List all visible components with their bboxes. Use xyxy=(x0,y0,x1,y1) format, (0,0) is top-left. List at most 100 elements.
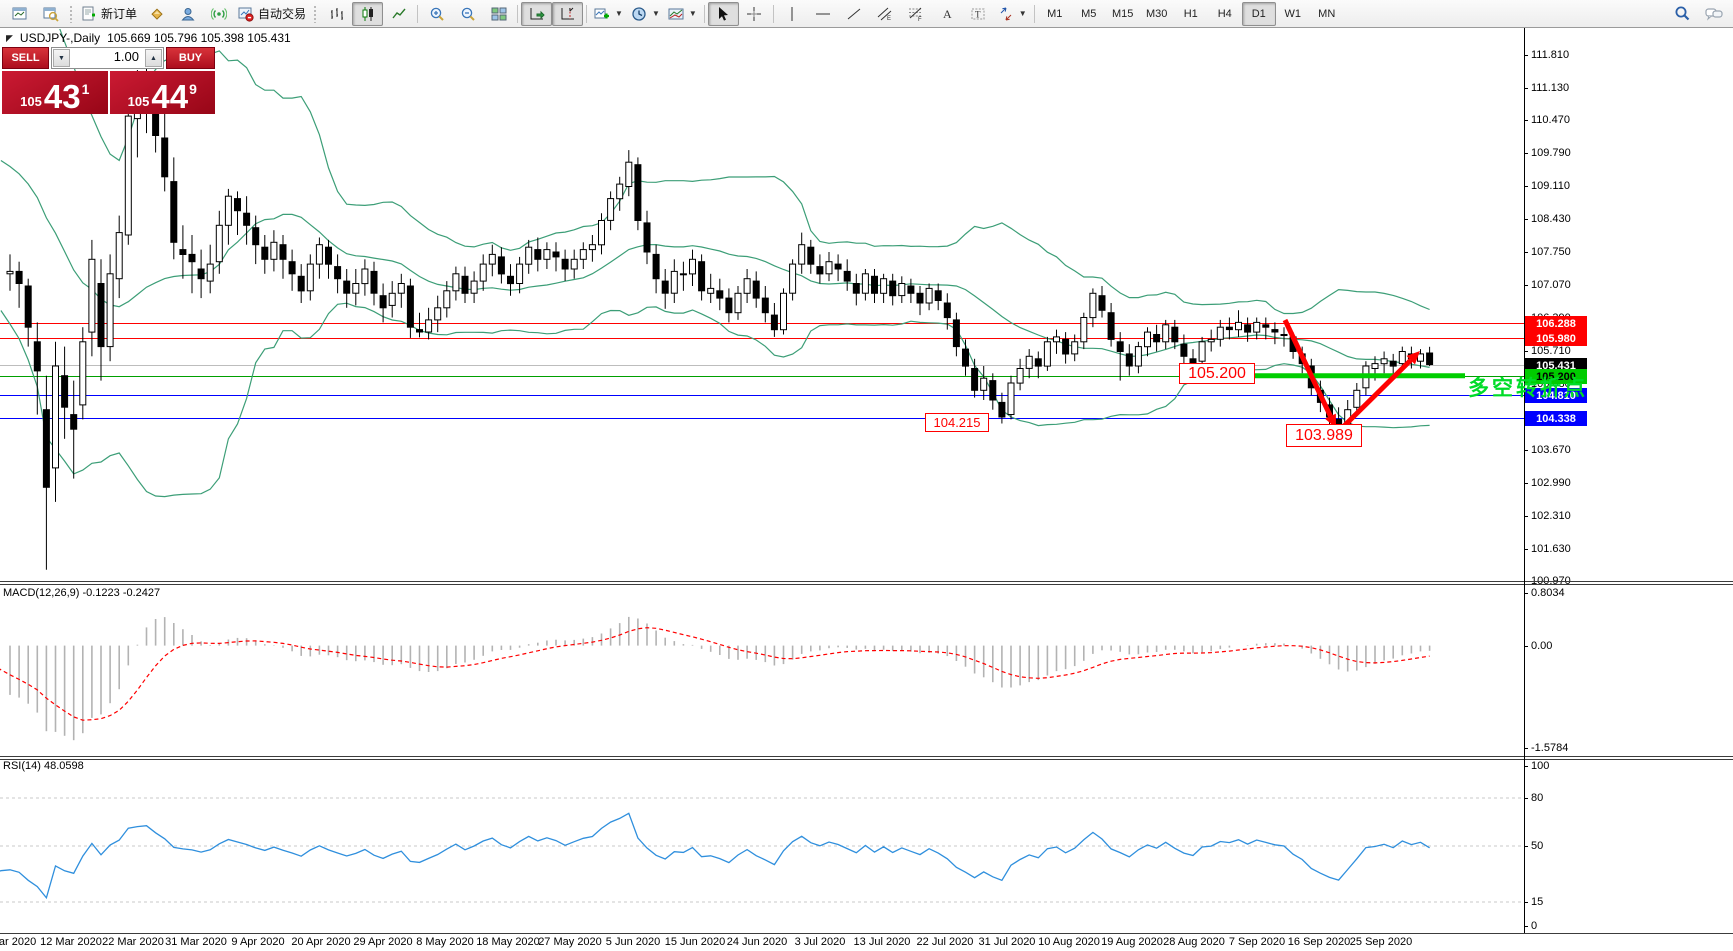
sell-button[interactable]: SELL xyxy=(2,47,49,69)
chat-button[interactable] xyxy=(1698,2,1729,26)
fibonacci-tool-button[interactable]: F xyxy=(901,2,932,26)
timeframe-button-W1[interactable]: W1 xyxy=(1276,2,1310,26)
timeframe-button-D1[interactable]: D1 xyxy=(1242,2,1276,26)
mt4-window: 新订单 自动交易 xyxy=(0,0,1733,951)
timeframe-button-H1[interactable]: H1 xyxy=(1174,2,1208,26)
crosshair-tool-button[interactable] xyxy=(739,2,770,26)
periods-menu-button[interactable]: ▼ xyxy=(627,2,664,26)
line-chart-icon xyxy=(391,6,407,22)
toolbar-separator xyxy=(417,5,418,23)
toolbar-separator xyxy=(1034,5,1035,23)
buy-price-main: 44 xyxy=(151,84,188,110)
volume-spinner: ▼ 1.00 ▲ xyxy=(51,47,164,69)
arrows-icon xyxy=(998,6,1014,22)
chart-plot xyxy=(0,28,1733,951)
profiles-button[interactable] xyxy=(35,2,66,26)
indicators-icon xyxy=(594,6,610,22)
buy-price-prefix: 105 xyxy=(128,94,150,110)
vertical-line-tool-button[interactable] xyxy=(777,2,808,26)
macd-label: MACD(12,26,9) -0.1223 -0.2427 xyxy=(3,587,160,599)
chart-title: ◤ USDJPY-,Daily 105.669 105.796 105.398 … xyxy=(6,31,291,45)
signals-icon xyxy=(211,6,227,22)
new-chart-icon xyxy=(12,6,28,22)
metaeditor-button[interactable] xyxy=(141,2,172,26)
zoom-out-button[interactable] xyxy=(452,2,483,26)
chart-ohlc-values: 105.669 105.796 105.398 105.431 xyxy=(107,31,291,45)
community-button[interactable] xyxy=(172,2,203,26)
toolbar-separator xyxy=(586,5,587,23)
buy-button[interactable]: BUY xyxy=(166,47,215,69)
sell-price-main: 43 xyxy=(44,84,81,110)
label-icon: T xyxy=(970,6,986,22)
bars-chart-button[interactable] xyxy=(321,2,352,26)
cursor-tool-button[interactable] xyxy=(708,2,739,26)
tile-windows-button[interactable] xyxy=(483,2,514,26)
label-tool-button[interactable]: T xyxy=(963,2,994,26)
new-order-button[interactable]: 新订单 xyxy=(77,2,141,26)
timeframe-button-M1[interactable]: M1 xyxy=(1038,2,1072,26)
dropdown-caret: ▼ xyxy=(652,9,660,18)
trendline-icon xyxy=(846,6,862,22)
timeframe-button-MN[interactable]: MN xyxy=(1310,2,1344,26)
candles-layer xyxy=(7,58,1433,570)
channel-icon: E xyxy=(877,6,893,22)
autotrading-label: 自动交易 xyxy=(258,5,306,22)
new-chart-button[interactable] xyxy=(4,2,35,26)
price-annotation-box[interactable]: 104.215 xyxy=(925,413,989,432)
horizontal-line-icon xyxy=(815,6,831,22)
profiles-icon xyxy=(43,6,59,22)
chart-shift-button[interactable] xyxy=(552,2,583,26)
templates-menu-button[interactable]: ▼ xyxy=(664,2,701,26)
buy-price-box[interactable]: 105449 xyxy=(110,71,216,114)
toolbar-handle xyxy=(313,5,318,23)
timeframe-bar: M1M5M15M30H1H4D1W1MN xyxy=(1038,2,1344,26)
autoscroll-button[interactable] xyxy=(521,2,552,26)
cursor-icon xyxy=(715,6,731,22)
arrows-tool-button[interactable]: ▼ xyxy=(994,2,1031,26)
dropdown-caret: ▼ xyxy=(615,9,623,18)
indicators-menu-button[interactable]: ▼ xyxy=(590,2,627,26)
crosshair-icon xyxy=(746,6,762,22)
trendline-tool-button[interactable] xyxy=(839,2,870,26)
volume-increase-button[interactable]: ▲ xyxy=(145,49,162,67)
price-annotation-box[interactable]: 103.989 xyxy=(1286,424,1362,447)
trend-arrow xyxy=(1285,320,1330,416)
toolbar-separator xyxy=(704,5,705,23)
sell-price-prefix: 105 xyxy=(20,94,42,110)
macd-signal-line xyxy=(0,628,1430,721)
candlestick-chart-button[interactable] xyxy=(352,2,383,26)
timeframe-button-M15[interactable]: M15 xyxy=(1106,2,1140,26)
chart-shift-icon xyxy=(560,6,576,22)
turning-point-annotation[interactable]: 多空转折点 xyxy=(1468,372,1588,402)
price-level-badge: 106.288 xyxy=(1525,316,1587,331)
autoscroll-icon xyxy=(529,6,545,22)
line-chart-button[interactable] xyxy=(383,2,414,26)
new-order-label: 新订单 xyxy=(101,5,137,22)
toolbar-separator xyxy=(517,5,518,23)
text-tool-button[interactable]: A xyxy=(932,2,963,26)
search-button[interactable] xyxy=(1667,2,1698,26)
toolbar-handle xyxy=(69,5,74,23)
toolbar-separator xyxy=(773,5,774,23)
sell-price-box[interactable]: 105431 xyxy=(2,71,108,114)
volume-input[interactable]: 1.00 xyxy=(71,48,144,68)
timeframe-button-M30[interactable]: M30 xyxy=(1140,2,1174,26)
timeframe-button-M5[interactable]: M5 xyxy=(1072,2,1106,26)
zoom-in-button[interactable] xyxy=(421,2,452,26)
channel-tool-button[interactable]: E xyxy=(870,2,901,26)
autotrading-button[interactable]: 自动交易 xyxy=(234,2,310,26)
price-level-badge: 105.980 xyxy=(1525,331,1587,346)
horizontal-line-tool-button[interactable] xyxy=(808,2,839,26)
symbol-marker-icon: ◤ xyxy=(6,34,13,43)
timeframe-button-H4[interactable]: H4 xyxy=(1208,2,1242,26)
dropdown-caret: ▼ xyxy=(1019,9,1027,18)
one-click-trading-panel: SELL ▼ 1.00 ▲ BUY 105431 105449 xyxy=(2,47,215,114)
sell-price-sup: 1 xyxy=(82,81,90,97)
vertical-line-icon xyxy=(784,6,800,22)
rsi-label: RSI(14) 48.0598 xyxy=(3,760,84,772)
volume-decrease-button[interactable]: ▼ xyxy=(53,49,70,67)
chart-symbol-period: USDJPY-,Daily xyxy=(20,31,100,45)
price-annotation-box[interactable]: 105.200 xyxy=(1179,363,1255,384)
signals-button[interactable] xyxy=(203,2,234,26)
community-icon xyxy=(180,6,196,22)
